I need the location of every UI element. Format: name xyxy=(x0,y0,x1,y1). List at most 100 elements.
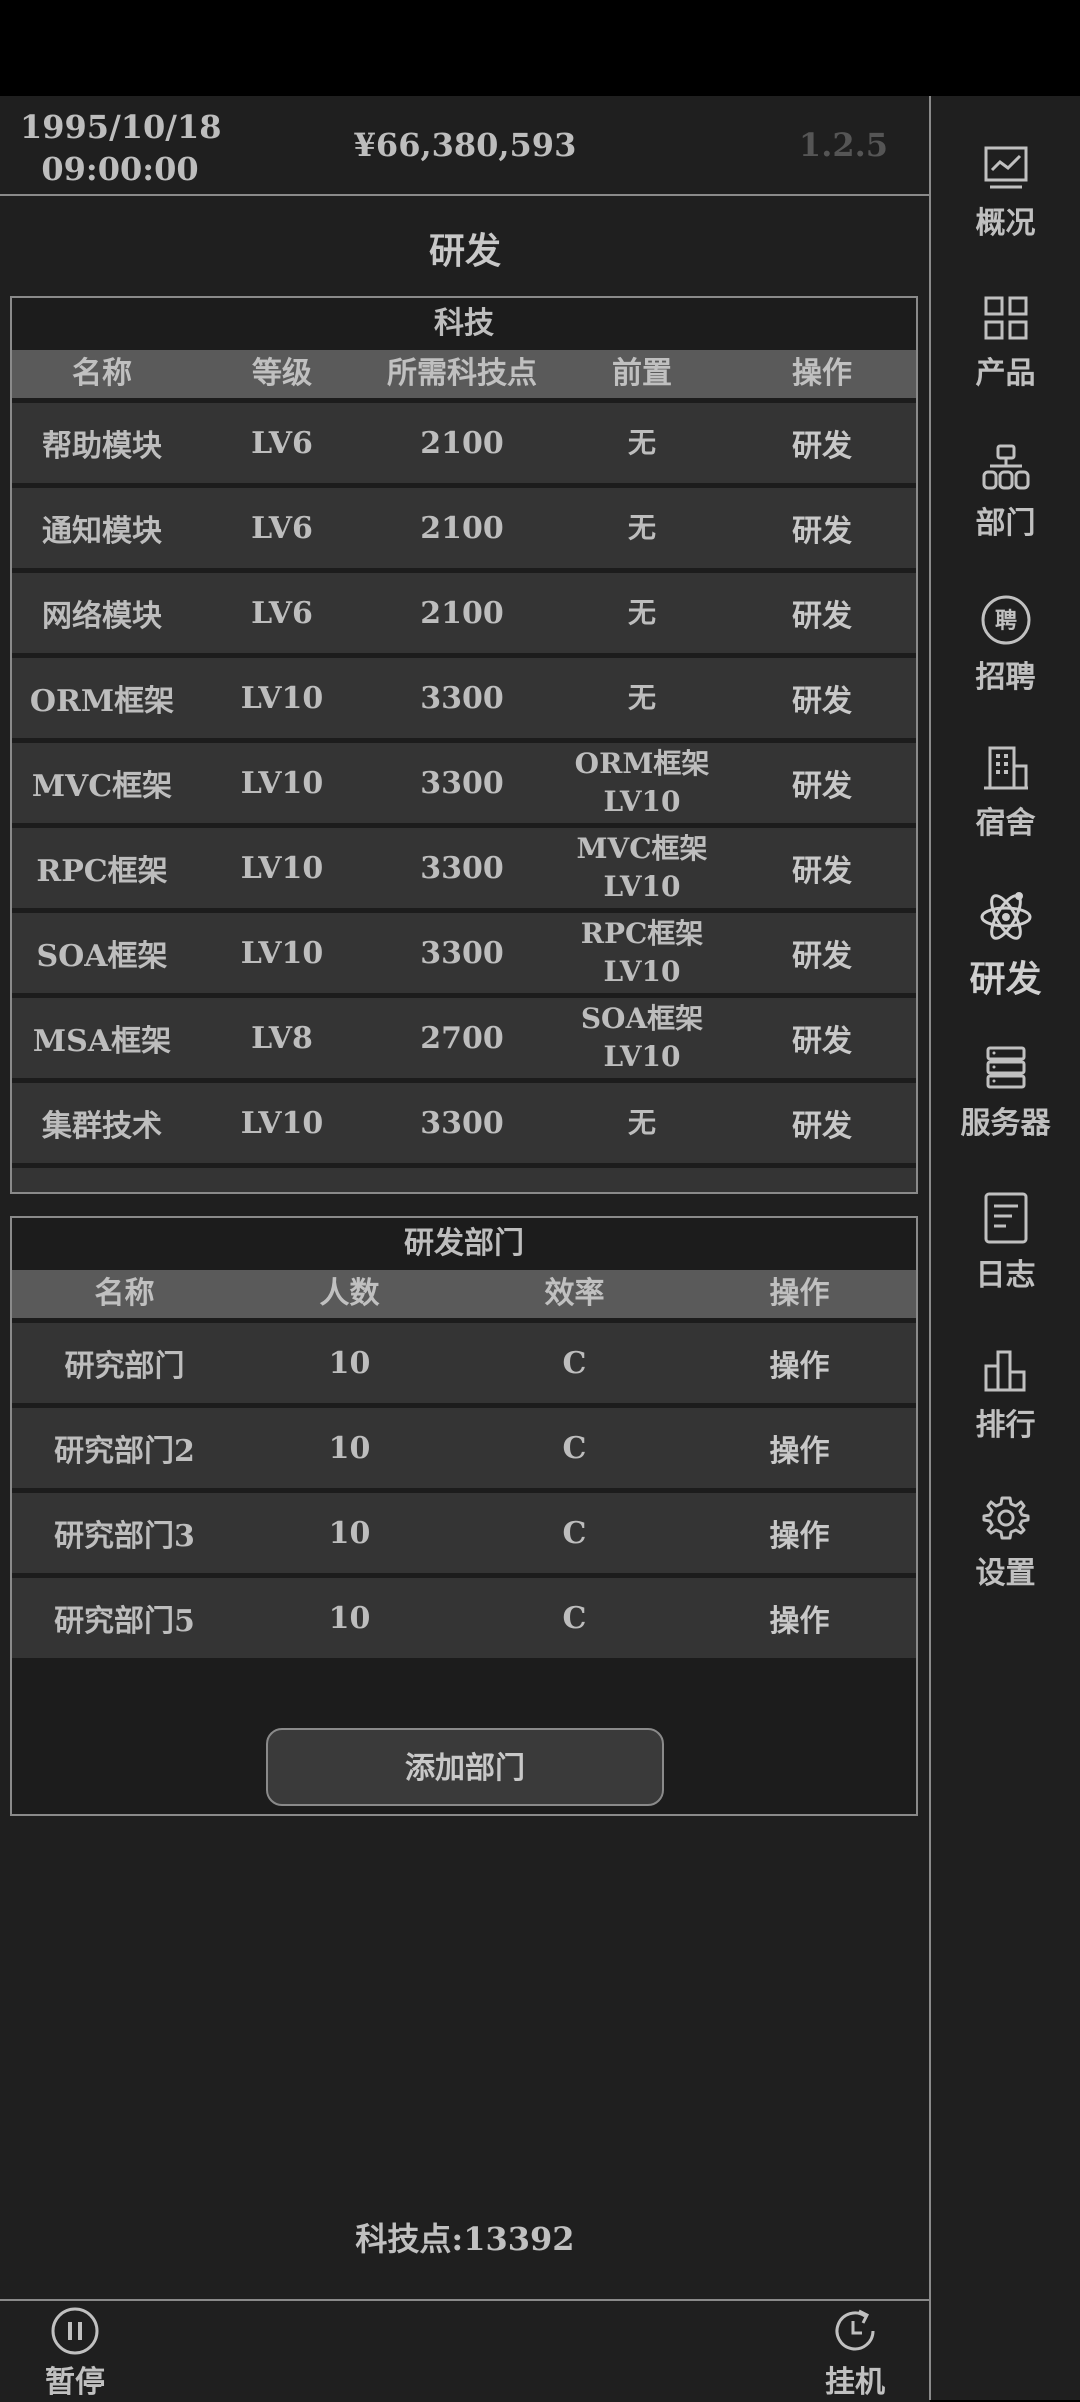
research-button[interactable]: 研发 xyxy=(732,846,912,890)
tech-name: ORM框架 xyxy=(29,684,175,719)
research-button[interactable]: 研发 xyxy=(732,931,912,975)
prereq-line1: SOA框架 xyxy=(580,1002,704,1035)
research-button[interactable]: 研发 xyxy=(732,761,912,805)
prereq-line1: MVC框架 xyxy=(576,832,708,865)
research-button[interactable]: 研发 xyxy=(732,1016,912,1060)
top-header: 1995/10/18 09:00:00 ¥66,380,593 1.2.5 xyxy=(0,96,930,196)
dept-action-button[interactable]: 操作 xyxy=(687,1511,912,1555)
sidebar-item-research[interactable]: 研发 xyxy=(931,890,1080,1002)
table-row: 帮助模块 LV6 2100 无 研发 xyxy=(12,403,916,483)
sidebar-item-log[interactable]: 日志 xyxy=(931,1192,1080,1294)
col-points: 所需科技点 xyxy=(387,356,537,391)
tech-level: LV10 xyxy=(240,765,324,801)
tech-prerequisite: SOA框架 LV10 xyxy=(552,1000,732,1076)
sidebar-item-overview[interactable]: 概况 xyxy=(931,144,1080,242)
dept-count: 10 xyxy=(328,1515,371,1551)
sidebar-item-dorm[interactable]: 宿舍 xyxy=(931,744,1080,842)
sidebar-item-label: 排行 xyxy=(975,1408,1036,1443)
sidebar-item-server[interactable]: 服务器 xyxy=(931,1044,1080,1142)
col-name: 名称 xyxy=(72,356,132,391)
table-row: 研究部门3 10 C 操作 xyxy=(12,1493,916,1573)
tech-prerequisite: RPC框架 LV10 xyxy=(552,915,732,991)
table-row: 集群技术 LV10 3300 无 研发 xyxy=(12,1083,916,1163)
col-prerequisite: 前置 xyxy=(612,356,672,391)
table-row: ORM框架 LV10 3300 无 研发 xyxy=(12,658,916,738)
tech-name: 集群技术 xyxy=(42,1109,162,1144)
tech-points-cost: 2100 xyxy=(420,595,504,631)
dept-action-button[interactable]: 操作 xyxy=(687,1426,912,1470)
sidebar-item-recruit[interactable]: 聘 招聘 xyxy=(931,594,1080,696)
research-button[interactable]: 研发 xyxy=(732,421,912,465)
research-button[interactable]: 研发 xyxy=(732,1101,912,1145)
idle-button[interactable]: 挂机 xyxy=(795,2305,915,2401)
tech-points-total: 科技点:13392 xyxy=(355,2220,575,2258)
dept-name: 研究部门3 xyxy=(54,1519,195,1554)
col-level: 等级 xyxy=(252,356,312,391)
research-button[interactable]: 研发 xyxy=(732,506,912,550)
tech-prerequisite: 无 xyxy=(552,1104,732,1142)
tech-level: LV10 xyxy=(240,850,324,886)
tech-panel-title: 科技 xyxy=(12,298,916,350)
tech-name: MVC框架 xyxy=(31,769,173,804)
history-clock-icon xyxy=(835,2309,875,2351)
tech-points-cost: 3300 xyxy=(420,850,504,886)
prereq-line1: ORM框架 xyxy=(574,747,710,780)
sidebar-item-ranking[interactable]: 排行 xyxy=(931,1346,1080,1444)
tech-points-cost: 2700 xyxy=(420,1020,504,1056)
dept-action-button[interactable]: 操作 xyxy=(687,1596,912,1640)
table-row: SOA框架 LV10 3300 RPC框架 LV10 研发 xyxy=(12,913,916,993)
pause-icon xyxy=(51,2307,99,2355)
dept-action-button[interactable]: 操作 xyxy=(687,1341,912,1385)
tech-level: LV10 xyxy=(240,680,324,716)
tech-name: 帮助模块 xyxy=(42,429,162,464)
gear-icon xyxy=(982,1496,1029,1540)
pause-button[interactable]: 暂停 xyxy=(15,2305,135,2401)
research-button[interactable]: 研发 xyxy=(732,676,912,720)
recruit-icon: 聘 xyxy=(981,595,1030,645)
tech-prerequisite: 无 xyxy=(552,509,732,547)
col-name: 名称 xyxy=(94,1276,155,1311)
table-row: 网络模块 LV6 2100 无 研发 xyxy=(12,573,916,653)
tech-level: LV6 xyxy=(251,595,313,631)
dept-count: 10 xyxy=(328,1345,371,1381)
sidebar-item-label: 宿舍 xyxy=(975,806,1036,841)
table-row xyxy=(12,1168,916,1192)
sidebar: 概况 产品 部门 聘 招聘 宿舍 研发 服务器 日志 排行 设置 xyxy=(931,96,1080,2400)
table-row: 研究部门5 10 C 操作 xyxy=(12,1578,916,1658)
sidebar-item-department[interactable]: 部门 xyxy=(931,444,1080,542)
table-row: RPC框架 LV10 3300 MVC框架 LV10 研发 xyxy=(12,828,916,908)
tech-level: LV6 xyxy=(251,425,313,461)
tech-level: LV10 xyxy=(240,935,324,971)
dept-name: 研究部门5 xyxy=(54,1604,195,1639)
dept-name: 研究部门 xyxy=(64,1349,185,1384)
game-datetime: 1995/10/18 09:00:00 xyxy=(20,106,222,190)
sidebar-item-product[interactable]: 产品 xyxy=(931,294,1080,392)
add-department-button[interactable]: 添加部门 xyxy=(266,1728,664,1806)
server-icon xyxy=(986,1046,1025,1089)
org-chart-icon xyxy=(982,444,1029,490)
idle-label: 挂机 xyxy=(825,2365,885,2400)
prereq-line1: 无 xyxy=(627,681,656,714)
prereq-line2: LV10 xyxy=(603,785,681,818)
sidebar-item-settings[interactable]: 设置 xyxy=(931,1494,1080,1592)
tech-prerequisite: MVC框架 LV10 xyxy=(552,830,732,906)
tech-panel: 科技 名称 等级 所需科技点 前置 操作 帮助模块 LV6 2100 无 研发 … xyxy=(10,296,918,1194)
tech-level: LV6 xyxy=(251,510,313,546)
sidebar-item-label: 部门 xyxy=(975,506,1036,541)
col-action: 操作 xyxy=(769,1276,830,1311)
table-row: MSA框架 LV8 2700 SOA框架 LV10 研发 xyxy=(12,998,916,1078)
table-row: 研究部门 10 C 操作 xyxy=(12,1323,916,1403)
tech-points-cost: 3300 xyxy=(420,1105,504,1141)
table-row: MVC框架 LV10 3300 ORM框架 LV10 研发 xyxy=(12,743,916,823)
dept-count: 10 xyxy=(328,1430,371,1466)
prereq-line1: 无 xyxy=(627,1106,656,1139)
col-action: 操作 xyxy=(792,356,852,391)
sidebar-item-label: 产品 xyxy=(975,356,1036,391)
game-date: 1995/10/18 xyxy=(20,108,222,146)
page-title: 研发 xyxy=(428,230,501,272)
research-button[interactable]: 研发 xyxy=(732,591,912,635)
table-row: 研究部门2 10 C 操作 xyxy=(12,1408,916,1488)
dept-efficiency: C xyxy=(562,1345,587,1381)
dept-panel: 研发部门 名称 人数 效率 操作 研究部门 10 C 操作 研究部门2 10 C… xyxy=(10,1216,918,1816)
tech-table-body[interactable]: 帮助模块 LV6 2100 无 研发 通知模块 LV6 2100 无 研发 网络… xyxy=(12,398,916,1192)
